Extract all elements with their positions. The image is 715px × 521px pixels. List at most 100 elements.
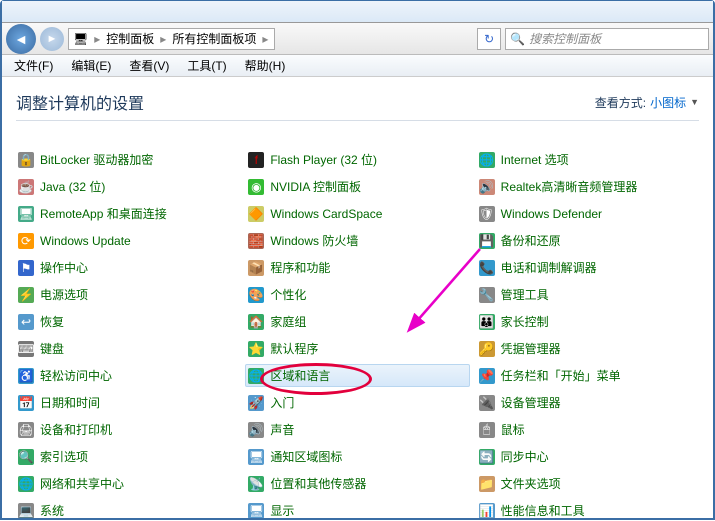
cp-item[interactable]: 🔌设备管理器 — [477, 392, 699, 413]
cp-item-label: 轻松访问中心 — [40, 367, 112, 384]
search-input[interactable]: 🔍 搜索控制面板 — [505, 28, 709, 50]
cp-item[interactable]: 🔒BitLocker 驱动器加密 — [16, 149, 238, 170]
cp-item-label: Windows CardSpace — [270, 207, 382, 221]
cp-item-label: 文件夹选项 — [501, 475, 561, 492]
cp-item-icon: 🖥 — [248, 503, 264, 519]
cp-item-label: Realtek高清晰音频管理器 — [501, 178, 638, 195]
cp-item[interactable]: 🔍索引选项 — [16, 446, 238, 467]
cp-item-icon: ⭐ — [248, 341, 264, 357]
cp-item[interactable]: ◉NVIDIA 控制面板 — [246, 176, 468, 197]
cp-item-label: 鼠标 — [501, 421, 525, 438]
cp-item-icon: 👪 — [479, 314, 495, 330]
cp-item-icon: 📌 — [479, 368, 495, 384]
chevron-down-icon: ▼ — [690, 97, 699, 107]
cp-item[interactable]: 🔊声音 — [246, 419, 468, 440]
header-row: 调整计算机的设置 查看方式: 小图标 ▼ — [16, 90, 699, 121]
content-area: 调整计算机的设置 查看方式: 小图标 ▼ 🔒BitLocker 驱动器加密 fFl… — [4, 78, 711, 518]
cp-item[interactable]: 🏠家庭组 — [246, 311, 468, 332]
cp-item-icon: 🛡 — [479, 206, 495, 222]
cp-item[interactable]: 📞电话和调制解调器 — [477, 257, 699, 278]
cp-item-icon: 🔑 — [479, 341, 495, 357]
cp-item[interactable]: 📌任务栏和「开始」菜单 — [477, 365, 699, 386]
cp-item[interactable]: 📅日期和时间 — [16, 392, 238, 413]
cp-item-icon: 🔶 — [248, 206, 264, 222]
cp-item-icon: 📦 — [248, 260, 264, 276]
breadcrumb-item-1[interactable]: 控制面板 — [106, 30, 154, 47]
breadcrumb-item-2[interactable]: 所有控制面板项 — [172, 30, 256, 47]
menu-bar: 文件(F) 编辑(E) 查看(V) 工具(T) 帮助(H) — [2, 55, 713, 77]
viewby-value[interactable]: 小图标 — [650, 94, 686, 111]
cp-item-icon: 🔧 — [479, 287, 495, 303]
cp-item[interactable]: 🧱Windows 防火墙 — [246, 230, 468, 251]
cp-item[interactable]: ⟳ Windows Update — [16, 230, 238, 251]
cp-item-icon: 🌐 — [479, 152, 495, 168]
cp-item[interactable]: 🎨个性化 — [246, 284, 468, 305]
cp-item[interactable]: ⭐默认程序 — [246, 338, 468, 359]
cp-item[interactable]: 🌐网络和共享中心 — [16, 473, 238, 494]
menu-tools[interactable]: 工具(T) — [179, 55, 234, 76]
cp-item[interactable]: 👪家长控制 — [477, 311, 699, 332]
back-button[interactable]: ◄ — [6, 24, 36, 54]
cp-item[interactable]: 💻系统 — [16, 500, 238, 518]
cp-item-icon: 📅 — [18, 395, 34, 411]
cp-item-label: 键盘 — [40, 340, 64, 357]
cp-item[interactable]: 🔧管理工具 — [477, 284, 699, 305]
cp-item-label: Windows Defender — [501, 207, 602, 221]
cp-item[interactable]: 🖥显示 — [246, 500, 468, 518]
cp-item[interactable]: 📊性能信息和工具 — [477, 500, 699, 518]
items-grid: 🔒BitLocker 驱动器加密 fFlash Player (32 位) 🌐Int… — [16, 149, 699, 518]
cp-item[interactable]: ⌨键盘 — [16, 338, 238, 359]
cp-item[interactable]: ☕Java (32 位) — [16, 176, 238, 197]
cp-item[interactable]: 🖨设备和打印机 — [16, 419, 238, 440]
menu-edit[interactable]: 编辑(E) — [63, 55, 119, 76]
cp-item[interactable]: ↩ 恢复 — [16, 311, 238, 332]
cp-item[interactable]: ♿轻松访问中心 — [16, 365, 238, 386]
cp-item[interactable]: 🖱鼠标 — [477, 419, 699, 440]
view-by-control[interactable]: 查看方式: 小图标 ▼ — [595, 94, 699, 111]
search-icon: 🔍 — [510, 32, 525, 46]
cp-item-label: 网络和共享中心 — [40, 475, 124, 492]
cp-item-icon: ↩ — [18, 314, 34, 330]
cp-item[interactable]: 🚀入门 — [246, 392, 468, 413]
refresh-icon: ↻ — [484, 32, 494, 46]
breadcrumb[interactable]: 🖥 ▸ 控制面板 ▸ 所有控制面板项 ▸ — [68, 28, 275, 50]
cp-item[interactable]: 🛡 Windows Defender — [477, 203, 699, 224]
cp-item-label: 凭据管理器 — [501, 340, 561, 357]
cp-item[interactable]: 🖥通知区域图标 — [246, 446, 468, 467]
cp-item-icon: 🏠 — [248, 314, 264, 330]
menu-help[interactable]: 帮助(H) — [237, 55, 294, 76]
menu-file[interactable]: 文件(F) — [6, 55, 61, 76]
cp-item[interactable]: 🔄同步中心 — [477, 446, 699, 467]
cp-item-label: 恢复 — [40, 313, 64, 330]
cp-item-icon: 🔄 — [479, 449, 495, 465]
cp-item-label: Windows Update — [40, 234, 131, 248]
cp-item-icon: 📁 — [479, 476, 495, 492]
cp-item[interactable]: fFlash Player (32 位) — [246, 149, 468, 170]
cp-item-icon: 🔍 — [18, 449, 34, 465]
cp-item-icon: 📊 — [479, 503, 495, 519]
cp-item-label: 区域和语言 — [270, 367, 330, 384]
refresh-button[interactable]: ↻ — [477, 28, 501, 50]
cp-item[interactable]: 🖥RemoteApp 和桌面连接 — [16, 203, 238, 224]
nav-toolbar: ◄ ► 🖥 ▸ 控制面板 ▸ 所有控制面板项 ▸ ↻ 🔍 搜索控制面板 — [2, 23, 713, 55]
cp-item[interactable]: 💾备份和还原 — [477, 230, 699, 251]
cp-item[interactable]: 🌐 区域和语言 — [245, 364, 469, 387]
cp-item[interactable]: 📦程序和功能 — [246, 257, 468, 278]
cp-item[interactable]: ⚡电源选项 — [16, 284, 238, 305]
cp-item-icon: 💾 — [479, 233, 495, 249]
viewby-label: 查看方式: — [595, 94, 646, 111]
cp-item-icon: 🌐 — [248, 368, 264, 384]
cp-item[interactable]: 📡位置和其他传感器 — [246, 473, 468, 494]
cp-item-icon: 📞 — [479, 260, 495, 276]
cp-item[interactable]: 🔑 凭据管理器 — [477, 338, 699, 359]
forward-button[interactable]: ► — [40, 27, 64, 51]
cp-item[interactable]: 🌐Internet 选项 — [477, 149, 699, 170]
menu-view[interactable]: 查看(V) — [121, 55, 177, 76]
cp-item[interactable]: 🔊Realtek高清晰音频管理器 — [477, 176, 699, 197]
cp-item[interactable]: 🔶 Windows CardSpace — [246, 203, 468, 224]
cp-item-icon: f — [248, 152, 264, 168]
cp-item-icon: 🔊 — [248, 422, 264, 438]
cp-item-icon: ⟳ — [18, 233, 34, 249]
cp-item[interactable]: ⚑操作中心 — [16, 257, 238, 278]
cp-item[interactable]: 📁 文件夹选项 — [477, 473, 699, 494]
